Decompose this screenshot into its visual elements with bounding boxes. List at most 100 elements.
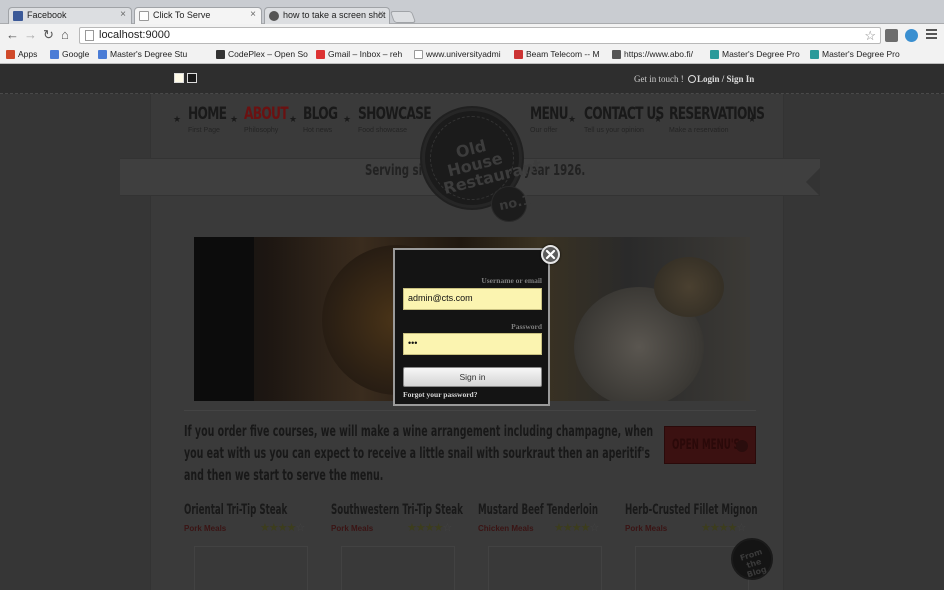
nav-reservations-sub: Make a reservation — [669, 127, 729, 134]
nav-about-sub: Philosophy — [244, 127, 279, 134]
address-bar[interactable]: localhost:9000 ☆ — [79, 27, 881, 44]
star-icon: ★ — [343, 114, 352, 124]
gmail-icon — [316, 50, 325, 59]
star-icon: ★ — [289, 114, 298, 124]
dark-theme-swatch[interactable] — [187, 73, 197, 83]
light-theme-swatch[interactable] — [174, 73, 184, 83]
password-label: Password — [511, 322, 542, 331]
new-tab-button[interactable] — [389, 11, 417, 23]
star-icon: ★ — [748, 114, 757, 124]
nav-contact-sub: Tell us your opinion — [584, 127, 644, 134]
site-topbar: Get in touch ! Login / Sign In — [0, 64, 944, 94]
nav-menu[interactable]: MENU — [530, 104, 569, 124]
from-the-blog-badge[interactable]: From the Blog — [731, 538, 773, 580]
bookmark-google[interactable]: Google — [50, 49, 89, 59]
rating-stars-icon: ★★★★☆ — [554, 522, 599, 534]
bookmark-masters-2[interactable]: Master's Degree Pro — [710, 49, 800, 59]
card-image — [194, 546, 308, 590]
bookmark-codeplex[interactable]: CodePlex – Open So — [216, 49, 308, 59]
promo-text: If you order five courses, we will make … — [184, 422, 654, 484]
card-image — [488, 546, 602, 590]
bookmark-label: Master's Degree Stu — [110, 49, 188, 59]
bookmark-label: www.universityadmi — [426, 49, 501, 59]
open-menus-label: OPEN MENU'S — [672, 437, 740, 453]
nav-menu-sub: Our offer — [530, 127, 558, 134]
tab-title: Facebook — [27, 10, 67, 20]
codeplex-icon — [216, 50, 225, 59]
circle-icon — [736, 440, 748, 452]
close-icon[interactable]: × — [250, 9, 256, 20]
divider — [184, 410, 756, 411]
tab-screenshot-howto[interactable]: how to take a screen shot × — [264, 7, 390, 24]
star-icon: ★ — [568, 114, 577, 124]
abo-icon — [612, 50, 621, 59]
card-title: Mustard Beef Tenderloin — [478, 502, 599, 518]
close-icon[interactable]: × — [378, 9, 384, 20]
get-in-touch-link[interactable]: Get in touch ! — [634, 74, 684, 84]
globe-icon[interactable] — [905, 29, 918, 42]
bookmark-icon — [710, 50, 719, 59]
password-input[interactable]: ••• — [403, 333, 542, 355]
page-icon — [414, 50, 423, 59]
card-title: Oriental Tri-Tip Steak — [184, 502, 288, 518]
bookmark-icon — [810, 50, 819, 59]
tab-strip: Facebook × Click To Serve × how to take … — [0, 0, 944, 25]
facebook-icon — [13, 11, 23, 21]
bookmark-label: Apps — [18, 49, 38, 59]
reload-icon[interactable]: ↻ — [43, 28, 54, 42]
bookmark-label: Master's Degree Pro — [822, 49, 900, 59]
nav-blog-sub: Hot news — [303, 127, 333, 134]
bookmark-label: https://www.abo.fi/ — [624, 49, 693, 59]
close-icon[interactable] — [541, 245, 560, 264]
nav-about[interactable]: ABOUT — [244, 104, 289, 124]
shadow-shape — [194, 237, 254, 401]
card-category: Pork Meals — [625, 524, 668, 533]
bookmark-gmail[interactable]: Gmail – Inbox – reh — [316, 49, 402, 59]
apps-icon — [6, 50, 15, 59]
star-icon: ★ — [654, 114, 663, 124]
menu-icon[interactable] — [926, 29, 937, 40]
login-link[interactable]: Login / Sign In — [688, 74, 754, 84]
card-category: Chicken Meals — [478, 524, 534, 533]
login-modal: Username or email admin@cts.com Password… — [393, 248, 550, 406]
tab-title: how to take a screen shot — [283, 10, 386, 20]
bookmark-label: Beam Telecom -- M — [526, 49, 600, 59]
bookmark-star-icon[interactable]: ☆ — [864, 28, 876, 44]
google-icon — [50, 50, 59, 59]
open-menus-button[interactable]: OPEN MENU'S — [664, 426, 756, 464]
bookmark-beam[interactable]: Beam Telecom -- M — [514, 49, 600, 59]
bookmark-masters-3[interactable]: Master's Degree Pro — [810, 49, 900, 59]
bookmark-university[interactable]: www.universityadmi — [414, 49, 501, 59]
bookmark-label: Gmail – Inbox – reh — [328, 49, 403, 59]
forward-icon[interactable]: → — [24, 28, 37, 42]
bookmarks-bar: Apps Google Master's Degree Stu CodePlex… — [0, 46, 944, 64]
tab-click-to-serve[interactable]: Click To Serve × — [134, 7, 262, 25]
nav-home[interactable]: HOME — [188, 104, 227, 124]
forgot-password-link[interactable]: Forgot your password? — [403, 390, 477, 399]
bookmark-label: Google — [62, 49, 90, 59]
plate-shape — [654, 257, 724, 317]
close-icon[interactable]: × — [120, 9, 126, 20]
nav-contact[interactable]: CONTACT US — [584, 104, 664, 124]
username-input[interactable]: admin@cts.com — [403, 288, 542, 310]
login-label: Login / Sign In — [697, 74, 755, 84]
sign-in-button[interactable]: Sign in — [403, 367, 542, 387]
bookmark-apps[interactable]: Apps — [6, 49, 37, 59]
bookmark-abo[interactable]: https://www.abo.fi/ — [612, 49, 693, 59]
card-category: Pork Meals — [184, 524, 227, 533]
back-icon[interactable]: ← — [6, 28, 19, 42]
star-icon: ★ — [173, 114, 182, 124]
tab-facebook[interactable]: Facebook × — [8, 7, 132, 24]
nav-home-sub: First Page — [188, 127, 220, 134]
nav-blog[interactable]: BLOG — [303, 104, 338, 124]
extension-icon[interactable] — [885, 29, 898, 42]
bookmark-masters-1[interactable]: Master's Degree Stu — [98, 49, 187, 59]
nav-showcase[interactable]: SHOWCASE — [358, 104, 432, 124]
tab-title: Click To Serve — [153, 10, 211, 20]
page-icon — [85, 30, 94, 41]
page-icon — [139, 11, 149, 21]
rating-stars-icon: ★★★★☆ — [407, 522, 452, 534]
card-image — [341, 546, 455, 590]
apple-icon — [269, 11, 279, 21]
home-icon[interactable]: ⌂ — [61, 28, 69, 42]
